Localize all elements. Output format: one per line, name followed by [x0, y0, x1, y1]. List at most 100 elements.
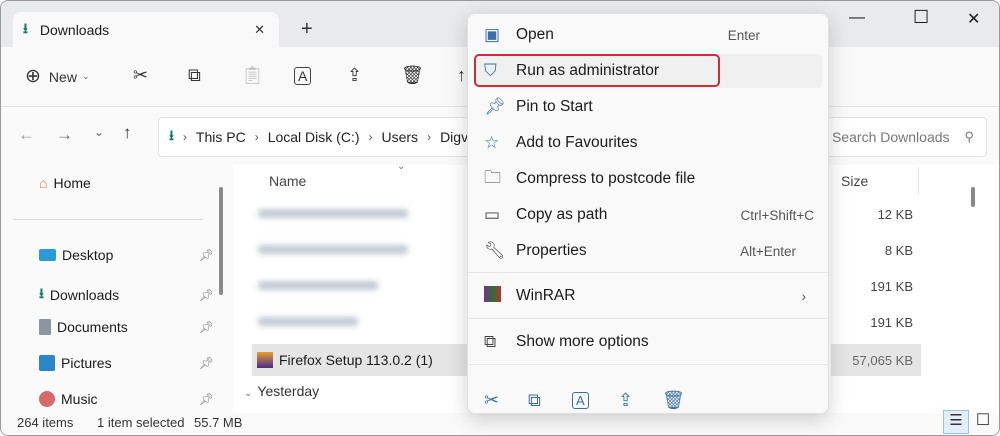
- list-scrollbar[interactable]: [971, 187, 975, 207]
- nav-home[interactable]: ⌂ Home: [39, 175, 214, 191]
- chevron-down-icon: ⌄: [81, 71, 90, 81]
- file-row[interactable]: [252, 269, 378, 301]
- cut-icon[interactable]: ✂: [484, 390, 499, 411]
- nav-desktop[interactable]: Desktop 📌︎: [39, 247, 214, 263]
- menu-item-winrar[interactable]: WinRAR ›: [476, 279, 822, 313]
- menu-item-compress[interactable]: 🗀︎ Compress to postcode file: [476, 162, 822, 196]
- chevron-right-icon: ›: [254, 130, 259, 144]
- pin-icon: 📌︎: [484, 97, 506, 116]
- paste-icon[interactable]: 📋︎: [241, 65, 264, 86]
- column-header-size[interactable]: Size: [841, 173, 868, 189]
- menu-label: Properties: [516, 242, 587, 259]
- menu-label: Add to Favourites: [516, 134, 638, 151]
- cut-icon[interactable]: ✂: [133, 65, 148, 86]
- nav-music[interactable]: Music 📌︎: [39, 391, 214, 407]
- winrar-icon: [476, 285, 512, 307]
- pin-icon[interactable]: 📌︎: [199, 248, 214, 262]
- file-row[interactable]: [252, 197, 408, 229]
- menu-item-open[interactable]: ▣ Open Enter: [476, 18, 822, 52]
- column-divider: [918, 167, 919, 195]
- details-view-button[interactable]: ☰: [943, 410, 969, 434]
- maximize-button[interactable]: ☐: [913, 7, 929, 28]
- documents-icon: [39, 319, 51, 335]
- star-icon: ☆: [484, 133, 500, 152]
- back-icon[interactable]: ←: [18, 125, 35, 145]
- pin-icon[interactable]: 📌︎: [199, 356, 214, 370]
- group-label: Yesterday: [257, 383, 320, 399]
- close-tab-icon[interactable]: ✕: [254, 22, 265, 38]
- divider: [13, 219, 203, 220]
- menu-label: Pin to Start: [516, 98, 593, 115]
- zip-folder-icon: 🗀︎: [484, 167, 501, 187]
- menu-item-show-more-options[interactable]: ⧉ Show more options: [476, 325, 822, 359]
- recent-chevron-icon[interactable]: ⌄: [94, 125, 104, 139]
- blurred-filename: [258, 244, 408, 254]
- menu-separator: [468, 364, 828, 365]
- menu-item-properties[interactable]: 🔧︎ Properties Alt+Enter: [476, 234, 822, 268]
- share-icon[interactable]: ⇪: [618, 390, 633, 411]
- breadcrumb-local-disk[interactable]: Local Disk (C:): [268, 129, 360, 145]
- sort-icon[interactable]: ↑: [457, 65, 466, 86]
- rename-icon[interactable]: A: [572, 392, 589, 409]
- copy-icon[interactable]: ⧉: [188, 65, 201, 86]
- nav-documents[interactable]: Documents 📌︎: [39, 319, 214, 335]
- search-icon: ⚲: [964, 129, 974, 144]
- tab-downloads[interactable]: ⭳ Downloads ✕: [13, 12, 279, 47]
- breadcrumb-this-pc[interactable]: This PC: [196, 129, 246, 145]
- menu-item-pin-to-start[interactable]: 📌︎ Pin to Start: [476, 90, 822, 124]
- file-size: 8 KB: [884, 243, 913, 258]
- file-row[interactable]: [252, 233, 408, 265]
- sort-chevron-icon: ⌄: [397, 161, 406, 172]
- music-icon: [39, 391, 55, 407]
- blurred-filename: [258, 280, 378, 290]
- group-yesterday[interactable]: ⌄ Yesterday: [244, 383, 319, 399]
- file-size: 191 KB: [870, 315, 913, 330]
- desktop-icon: [39, 249, 56, 261]
- show-more-icon: ⧉: [484, 332, 497, 351]
- rename-icon[interactable]: A: [294, 67, 312, 85]
- blurred-filename: [258, 208, 408, 218]
- tiles-view-button[interactable]: ☐: [971, 410, 995, 434]
- selection-count: 1 item selected: [97, 415, 185, 430]
- menu-item-add-to-favourites[interactable]: ☆ Add to Favourites: [476, 126, 822, 160]
- new-tab-button[interactable]: +: [301, 18, 313, 41]
- share-icon[interactable]: ⇪: [347, 65, 362, 86]
- new-button[interactable]: ⊕ New ⌄: [25, 65, 89, 88]
- chevron-right-icon: ›: [427, 130, 432, 144]
- pin-icon[interactable]: 📌︎: [199, 392, 214, 406]
- download-icon: ⭳: [169, 127, 174, 143]
- forward-icon[interactable]: →: [56, 125, 73, 145]
- nav-label: Desktop: [62, 247, 114, 263]
- search-input[interactable]: Search Downloads ⚲: [825, 117, 987, 157]
- menu-label: Copy as path: [516, 206, 608, 223]
- chevron-right-icon: ›: [182, 130, 187, 144]
- breadcrumb-users[interactable]: Users: [382, 129, 419, 145]
- sidebar-scrollbar[interactable]: [219, 187, 223, 295]
- menu-shortcut: Alt+Enter: [740, 243, 796, 259]
- file-size: 57,065 KB: [852, 353, 913, 368]
- copy-icon[interactable]: ⧉: [528, 390, 541, 411]
- nav-label: Music: [61, 391, 98, 407]
- menu-label: Open: [516, 26, 554, 43]
- pictures-icon: [39, 355, 55, 371]
- up-icon[interactable]: ↑: [123, 123, 132, 143]
- menu-shortcut: Ctrl+Shift+C: [740, 207, 814, 223]
- pin-icon[interactable]: 📌︎: [199, 320, 214, 334]
- delete-icon[interactable]: 🗑︎: [662, 390, 685, 411]
- file-row-selected[interactable]: Firefox Setup 113.0.2 (1): [252, 344, 433, 376]
- column-header-name[interactable]: Name: [269, 173, 306, 189]
- nav-pictures[interactable]: Pictures 📌︎: [39, 355, 214, 371]
- nav-label: Pictures: [61, 355, 112, 371]
- wrench-icon: 🔧︎: [484, 241, 506, 260]
- search-placeholder: Search Downloads: [832, 129, 950, 145]
- pin-icon[interactable]: 📌︎: [199, 288, 214, 302]
- menu-item-copy-as-path[interactable]: ▭ Copy as path Ctrl+Shift+C: [476, 198, 822, 232]
- minimize-button[interactable]: —: [849, 9, 865, 27]
- delete-icon[interactable]: 🗑︎: [401, 65, 424, 86]
- nav-downloads[interactable]: ⭳ Downloads 📌︎: [39, 283, 214, 307]
- tab-title: Downloads: [39, 21, 110, 38]
- file-row[interactable]: [252, 305, 358, 337]
- blurred-filename: [258, 316, 358, 326]
- menu-shortcut: Enter: [727, 27, 760, 43]
- close-button[interactable]: ✕: [967, 9, 980, 29]
